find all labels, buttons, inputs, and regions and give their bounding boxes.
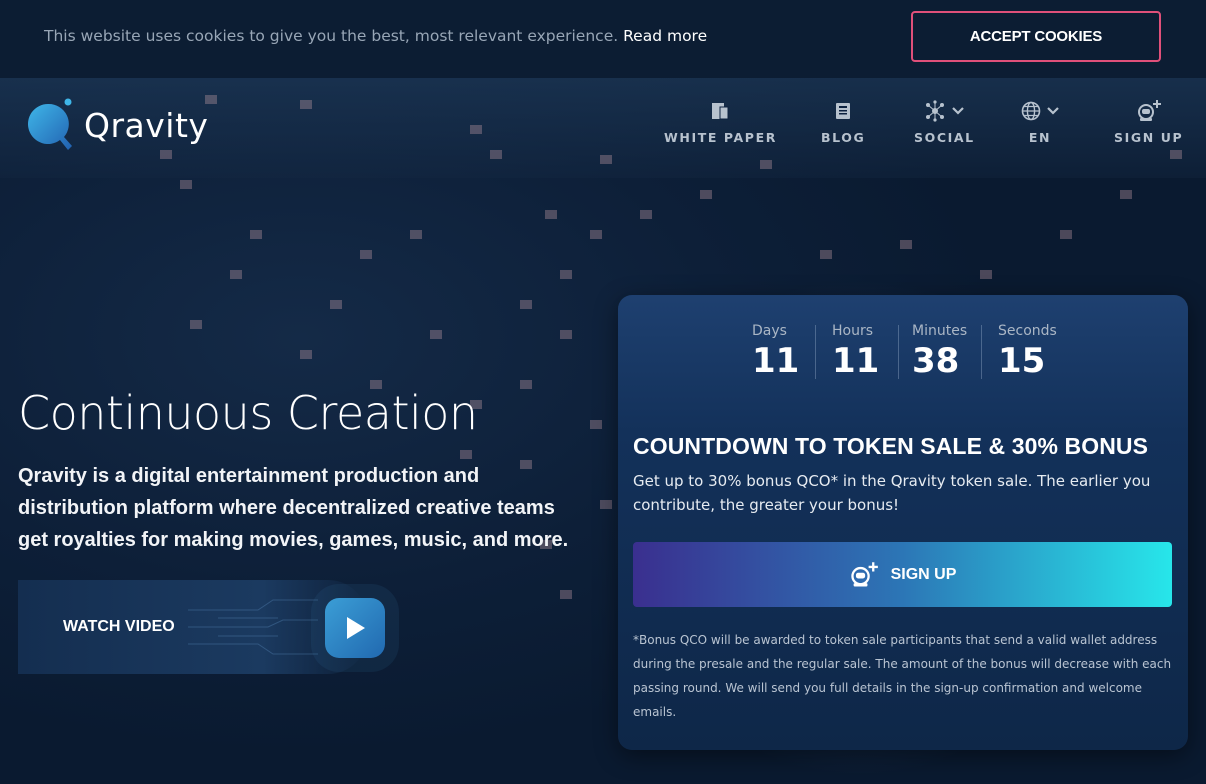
nav-sign-up[interactable]: SIGN UP <box>1114 98 1183 145</box>
hero-title: Continuous Creation <box>18 386 478 440</box>
countdown-value: 11 <box>832 341 880 381</box>
countdown-value: 38 <box>912 341 960 381</box>
watch-video-label: WATCH VIDEO <box>63 618 175 635</box>
particle <box>1170 150 1182 159</box>
read-more-link[interactable]: Read more <box>623 27 707 45</box>
globe-icon <box>1021 101 1041 121</box>
newspaper-icon <box>836 103 851 119</box>
particle <box>410 230 422 239</box>
chevron-down-icon <box>952 107 965 115</box>
cookie-message: This website uses cookies to give you th… <box>44 27 707 45</box>
particle <box>590 420 602 429</box>
nav-language[interactable]: EN <box>1021 98 1059 145</box>
hero-description: Qravity is a digital entertainment produ… <box>18 465 569 551</box>
particle <box>560 270 572 279</box>
watch-video-button[interactable]: WATCH VIDEO <box>18 580 388 674</box>
logo[interactable]: Qravity <box>24 98 208 152</box>
nav-label: WHITE PAPER <box>664 130 777 145</box>
particle <box>600 155 612 164</box>
cookie-bar: This website uses cookies to give you th… <box>0 0 1206 78</box>
particle <box>430 330 442 339</box>
sign-up-label: SIGN UP <box>890 565 957 583</box>
particle <box>520 300 532 309</box>
countdown-divider <box>898 325 899 379</box>
particle <box>470 125 482 134</box>
cookie-message-text: This website uses cookies to give you th… <box>44 27 619 45</box>
logo-text: Qravity <box>84 105 209 145</box>
particle <box>560 330 572 339</box>
particle <box>545 210 557 219</box>
particle <box>700 190 712 199</box>
countdown-minutes: Minutes 38 <box>912 323 992 381</box>
accept-cookies-button[interactable]: ACCEPT COOKIES <box>911 11 1161 62</box>
particle <box>460 450 472 459</box>
nav-label: BLOG <box>821 130 866 145</box>
particle <box>1060 230 1072 239</box>
countdown-value: 11 <box>752 341 800 381</box>
particle <box>360 250 372 259</box>
particle <box>190 320 202 329</box>
countdown-label: Days <box>752 323 787 339</box>
astronaut-plus-icon <box>1137 100 1161 121</box>
countdown-divider <box>815 325 816 379</box>
countdown-text: Get up to 30% bonus QCO* in the Qravity … <box>633 472 1151 514</box>
particle <box>980 270 992 279</box>
countdown-card: Days 11 Hours 11 Minutes 38 Seconds 15 C… <box>618 295 1188 750</box>
particle <box>640 210 652 219</box>
countdown-seconds: Seconds 15 <box>998 323 1078 381</box>
network-icon <box>926 100 945 122</box>
particle <box>490 150 502 159</box>
bonus-note: *Bonus QCO will be awarded to token sale… <box>633 633 1172 719</box>
countdown-value: 15 <box>998 341 1046 381</box>
chevron-down-icon <box>1047 107 1059 115</box>
particle <box>250 230 262 239</box>
nav-label: SIGN UP <box>1114 130 1184 145</box>
play-button[interactable] <box>325 598 385 658</box>
countdown-title: COUNTDOWN TO TOKEN SALE & 30% BONUS <box>633 433 1149 459</box>
logo-icon <box>24 98 74 152</box>
nav-blog[interactable]: BLOG <box>821 98 865 145</box>
countdown-label: Minutes <box>912 323 968 339</box>
countdown-label: Hours <box>832 323 874 339</box>
countdown-divider <box>981 325 982 379</box>
nav-label: EN <box>1028 130 1052 145</box>
nav-social[interactable]: SOCIAL <box>914 98 975 145</box>
document-icon <box>712 103 729 120</box>
countdown-label: Seconds <box>998 323 1057 339</box>
particle <box>230 270 242 279</box>
particle <box>520 380 532 389</box>
countdown-hours: Hours 11 <box>832 323 912 381</box>
particle <box>760 160 772 169</box>
particle <box>590 230 602 239</box>
particle <box>330 300 342 309</box>
particle <box>180 180 192 189</box>
play-icon <box>347 617 365 639</box>
astronaut-plus-icon <box>850 561 878 587</box>
particle <box>1120 190 1132 199</box>
particle <box>300 100 312 109</box>
nav-white-paper[interactable]: WHITE PAPER <box>664 98 777 145</box>
particle <box>560 590 572 599</box>
sign-up-button[interactable]: SIGN UP <box>633 542 1172 607</box>
particle <box>900 240 912 249</box>
nav-label: SOCIAL <box>914 130 975 145</box>
particle <box>600 500 612 509</box>
countdown-days: Days 11 <box>752 323 832 381</box>
particle <box>300 350 312 359</box>
particle <box>820 250 832 259</box>
